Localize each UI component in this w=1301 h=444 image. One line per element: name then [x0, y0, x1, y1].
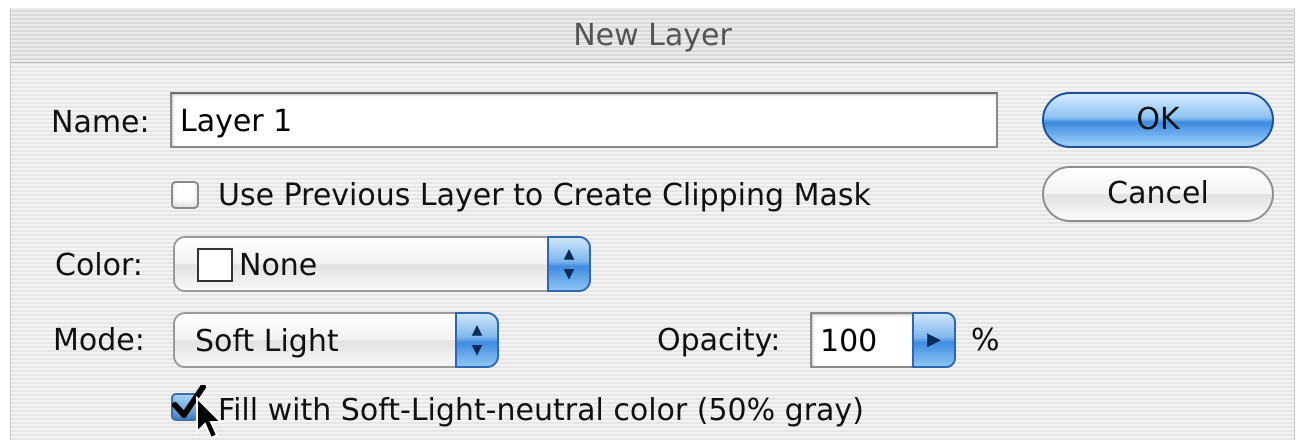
opacity-input[interactable]: 100: [810, 312, 914, 368]
opacity-input-value: 100: [820, 324, 878, 359]
color-swatch: [197, 248, 233, 282]
color-popup-value: None: [239, 248, 318, 283]
opacity-slider-button[interactable]: ▶: [912, 312, 956, 368]
name-input-value: Layer 1: [180, 104, 293, 139]
new-layer-dialog: New Layer Name: Layer 1 Use Previous Lay…: [10, 8, 1295, 440]
fill-neutral-label[interactable]: Fill with Soft-Light-neutral color (50% …: [218, 393, 864, 428]
ok-button[interactable]: OK: [1042, 92, 1274, 148]
name-label: Name:: [51, 105, 150, 140]
name-input[interactable]: Layer 1: [170, 92, 998, 148]
color-label: Color:: [55, 248, 143, 283]
color-popup[interactable]: None ▲ ▼: [173, 236, 591, 292]
clipping-mask-label[interactable]: Use Previous Layer to Create Clipping Ma…: [218, 178, 871, 213]
mode-popup[interactable]: Soft Light ▲ ▼: [173, 312, 499, 368]
opacity-label: Opacity:: [657, 323, 781, 358]
opacity-unit: %: [971, 323, 1000, 358]
window-title: New Layer: [573, 18, 732, 53]
clipping-mask-checkbox[interactable]: [171, 181, 199, 209]
up-down-arrows-icon: ▲ ▼: [455, 312, 499, 368]
title-bar[interactable]: New Layer: [11, 8, 1294, 63]
arrow-cursor-icon: [196, 396, 223, 440]
up-down-arrows-icon: ▲ ▼: [547, 236, 591, 292]
mode-label: Mode:: [53, 323, 145, 358]
right-triangle-icon: ▶: [927, 329, 941, 350]
cancel-button[interactable]: Cancel: [1042, 166, 1274, 222]
mode-popup-value: Soft Light: [195, 324, 339, 359]
